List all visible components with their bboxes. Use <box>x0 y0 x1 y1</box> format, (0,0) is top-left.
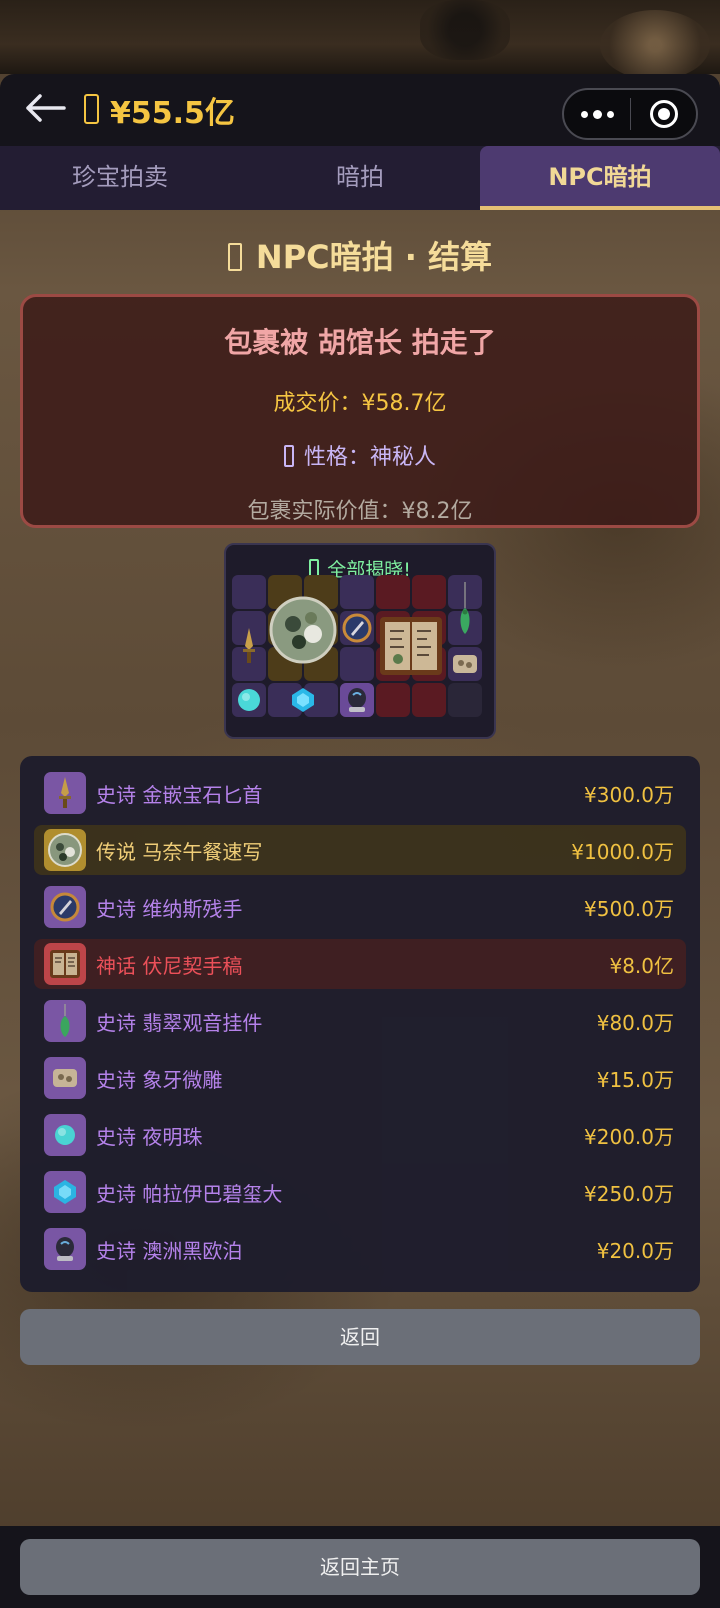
list-item: 传说 马奈午餐速写 ¥1000.0万 <box>34 825 686 875</box>
npc-personality-text: 性格：神秘人 <box>303 445 436 470</box>
npc-personality: 性格：神秘人 <box>23 439 697 471</box>
grid-cell <box>376 575 410 609</box>
list-item: 史诗 金嵌宝石匕首 ¥300.0万 <box>34 768 686 818</box>
dagger-icon <box>44 772 86 814</box>
back-button[interactable]: 返回 <box>20 1309 700 1365</box>
item-name: 史诗 帕拉伊巴碧玺大 <box>96 1181 283 1206</box>
personality-icon <box>283 445 294 467</box>
gem-icon <box>44 1171 86 1213</box>
tab-treasure-auction[interactable]: 珍宝拍卖 <box>0 146 240 210</box>
grid-cell <box>232 575 266 609</box>
item-price: ¥300.0万 <box>584 782 674 807</box>
grid-dagger-icon <box>232 611 266 681</box>
item-name: 传说 马奈午餐速写 <box>96 839 263 864</box>
item-name: 神话 伏尼契手稿 <box>96 953 243 978</box>
money-balance: ¥55.5亿 <box>110 96 235 131</box>
grid-jade-pendant-icon <box>448 575 482 645</box>
painting-icon <box>44 829 86 871</box>
package-actual-value: 包裹实际价值：¥8.2亿 <box>247 499 473 524</box>
top-bar: ¥55.5亿 <box>0 74 720 146</box>
grid-cell <box>412 575 446 609</box>
list-item: 史诗 帕拉伊巴碧玺大 ¥250.0万 <box>34 1167 686 1217</box>
list-item: 神话 伏尼契手稿 ¥8.0亿 <box>34 939 686 989</box>
item-name: 史诗 翡翠观音挂件 <box>96 1010 263 1035</box>
manuscript-icon <box>44 943 86 985</box>
item-name: 史诗 维纳斯残手 <box>96 896 243 921</box>
item-price: ¥20.0万 <box>596 1238 674 1263</box>
black-opal-icon <box>44 1228 86 1270</box>
item-price: ¥8.0亿 <box>609 953 674 978</box>
grid-statue-hand-icon <box>340 611 374 645</box>
coin-icon <box>84 94 99 124</box>
grid-ivory-carving-icon <box>448 647 482 681</box>
deal-price: 成交价：¥58.7亿 <box>273 391 447 416</box>
grid-cell <box>412 683 446 717</box>
list-item: 史诗 象牙微雕 ¥15.0万 <box>34 1053 686 1103</box>
grid-cell <box>340 647 374 681</box>
grid-black-opal-icon <box>340 683 374 717</box>
pearl-icon <box>44 1114 86 1156</box>
item-price: ¥1000.0万 <box>571 839 674 864</box>
jade-pendant-icon <box>44 1000 86 1042</box>
grid-painting-icon <box>268 595 338 665</box>
list-item: 史诗 翡翠观音挂件 ¥80.0万 <box>34 996 686 1046</box>
result-panel: 包裹被 胡馆长 拍走了 成交价：¥58.7亿 性格：神秘人 包裹实际价值：¥8.… <box>20 294 700 528</box>
title-icon <box>227 243 242 271</box>
item-price: ¥15.0万 <box>596 1067 674 1092</box>
grid-gem-icon <box>286 683 320 717</box>
tab-npc-blind-auction[interactable]: NPC暗拍 <box>480 146 720 210</box>
item-list: 史诗 金嵌宝石匕首 ¥300.0万 传说 马奈午餐速写 ¥1000.0万 史诗 … <box>20 756 700 1292</box>
grid-cell <box>376 683 410 717</box>
page-title-text: NPC暗拍 · 结算 <box>255 238 493 276</box>
list-item: 史诗 澳洲黑欧泊 ¥20.0万 <box>34 1224 686 1274</box>
list-item: 史诗 夜明珠 ¥200.0万 <box>34 1110 686 1160</box>
grid-manuscript-icon <box>376 611 446 681</box>
ivory-carving-icon <box>44 1057 86 1099</box>
grid-pearl-icon <box>232 683 266 717</box>
package-grid: 全部揭晓! <box>224 543 496 739</box>
background-photo-strip <box>0 0 720 80</box>
grid-cell <box>340 575 374 609</box>
item-name: 史诗 夜明珠 <box>96 1124 203 1149</box>
compass-decoration <box>600 10 710 80</box>
winner-summary: 包裹被 胡馆长 拍走了 <box>224 326 496 359</box>
page-title: NPC暗拍 · 结算 <box>0 232 720 278</box>
back-arrow-icon[interactable] <box>22 88 68 128</box>
item-name: 史诗 象牙微雕 <box>96 1067 223 1092</box>
list-item: 史诗 维纳斯残手 ¥500.0万 <box>34 882 686 932</box>
home-button[interactable]: 返回主页 <box>20 1539 700 1595</box>
inkwell-decoration <box>420 0 510 60</box>
item-price: ¥80.0万 <box>596 1010 674 1035</box>
miniprogram-capsule <box>562 88 698 140</box>
statue-hand-icon <box>44 886 86 928</box>
item-name: 史诗 澳洲黑欧泊 <box>96 1238 243 1263</box>
close-target-icon[interactable] <box>631 90 696 138</box>
item-price: ¥500.0万 <box>584 896 674 921</box>
item-price: ¥250.0万 <box>584 1181 674 1206</box>
grid-cell <box>448 683 482 717</box>
more-dots-icon[interactable] <box>564 90 630 138</box>
tab-bar: 珍宝拍卖 暗拍 NPC暗拍 <box>0 146 720 210</box>
tab-blind-auction[interactable]: 暗拍 <box>240 146 480 210</box>
item-name: 史诗 金嵌宝石匕首 <box>96 782 263 807</box>
item-price: ¥200.0万 <box>584 1124 674 1149</box>
